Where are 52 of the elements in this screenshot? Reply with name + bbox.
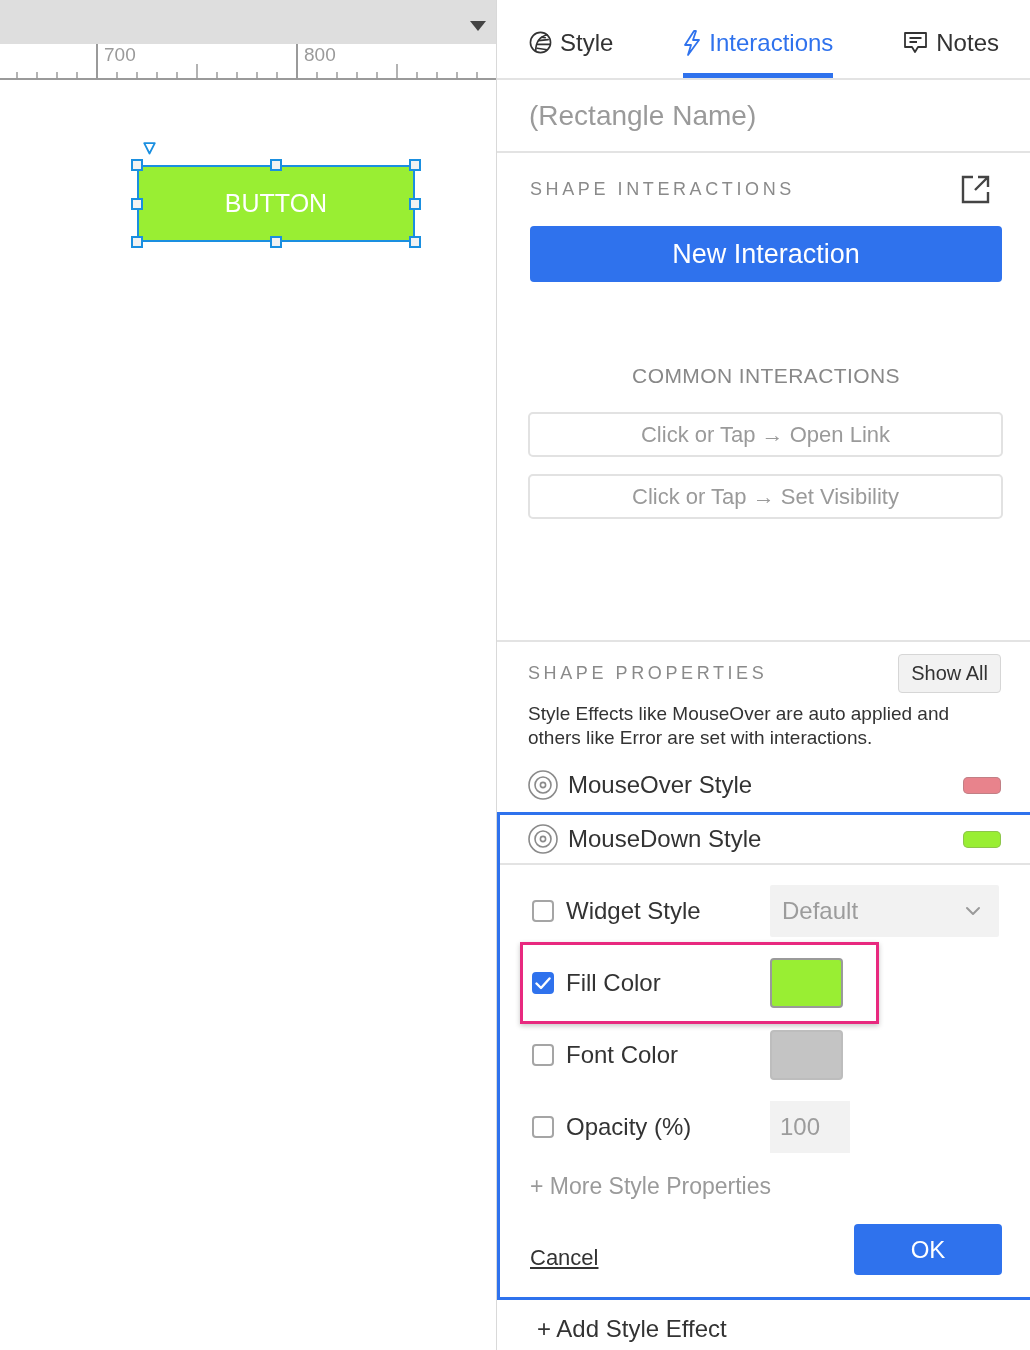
leaf-icon bbox=[529, 31, 552, 54]
resize-handle-icon[interactable] bbox=[409, 197, 421, 210]
color-swatch-icon[interactable] bbox=[770, 1030, 843, 1080]
opacity-field[interactable]: 100 bbox=[770, 1101, 850, 1153]
button-shape: BUTTON bbox=[137, 165, 415, 242]
property-label: Fill Color bbox=[566, 969, 662, 997]
resize-handle-icon[interactable] bbox=[131, 159, 143, 171]
section-heading: SHAPE INTERACTIONS bbox=[530, 179, 795, 200]
tab[interactable]: Style bbox=[529, 0, 614, 78]
target-icon bbox=[528, 770, 558, 800]
resize-handle-icon[interactable] bbox=[131, 236, 143, 248]
property-label: Font Color bbox=[566, 1041, 680, 1069]
name-field[interactable]: (Rectangle Name) bbox=[497, 80, 1030, 151]
resize-handle-icon[interactable] bbox=[409, 236, 421, 248]
show-all-button[interactable]: Show All bbox=[898, 653, 1001, 693]
triangle-marker-icon bbox=[143, 142, 156, 155]
check-icon bbox=[535, 976, 551, 990]
resize-handle-icon[interactable] bbox=[270, 159, 282, 171]
tab[interactable]: Interactions bbox=[683, 0, 834, 78]
quick-interaction-button[interactable]: Click or Tap → Set Visibility bbox=[528, 474, 1003, 519]
lightning-bolt-icon bbox=[683, 29, 702, 56]
ok-button[interactable]: OK bbox=[854, 1224, 1002, 1275]
caret-icon[interactable] bbox=[470, 21, 486, 31]
new-interaction-button[interactable]: New Interaction bbox=[530, 226, 1002, 282]
ruler-label: 800 bbox=[304, 46, 336, 64]
section-heading: SHAPE PROPERTIES bbox=[528, 662, 768, 684]
style-effect-label: MouseOver Style bbox=[568, 771, 754, 799]
popout-icon[interactable] bbox=[961, 175, 990, 204]
resize-handle-icon[interactable] bbox=[131, 197, 143, 210]
description-text: Style Effects like MouseOver are auto applied and others like Error are set with interactions. bbox=[528, 702, 951, 750]
style-effect-row[interactable]: MouseDown Style bbox=[500, 815, 1030, 865]
style-effect-row[interactable]: MouseOver Style bbox=[500, 761, 1030, 809]
checkbox[interactable] bbox=[532, 1116, 554, 1138]
comment-icon bbox=[903, 31, 929, 54]
resize-handle-icon[interactable] bbox=[270, 236, 282, 248]
style-effect-label: MouseDown Style bbox=[568, 825, 763, 853]
property-label: Opacity (%) bbox=[566, 1113, 693, 1141]
checkbox[interactable] bbox=[532, 1044, 554, 1066]
color-swatch-icon[interactable] bbox=[770, 958, 843, 1008]
section-heading: COMMON INTERACTIONS bbox=[631, 364, 901, 388]
checkbox[interactable] bbox=[532, 972, 554, 994]
ruler-label: 700 bbox=[104, 46, 136, 64]
checkbox[interactable] bbox=[532, 900, 554, 922]
target-icon bbox=[528, 824, 558, 854]
quick-interaction-button[interactable]: Click or Tap → Open Link bbox=[528, 412, 1003, 457]
resize-handle-icon[interactable] bbox=[409, 159, 421, 171]
tab[interactable]: Notes bbox=[903, 0, 999, 78]
add-style-effect-link[interactable]: + Add Style Effect bbox=[537, 1316, 727, 1342]
style-select[interactable]: Default bbox=[770, 885, 999, 937]
property-label: Widget Style bbox=[566, 897, 702, 925]
cancel-link[interactable]: Cancel bbox=[530, 1245, 599, 1271]
more-properties-link[interactable]: + More Style Properties bbox=[530, 1172, 771, 1200]
